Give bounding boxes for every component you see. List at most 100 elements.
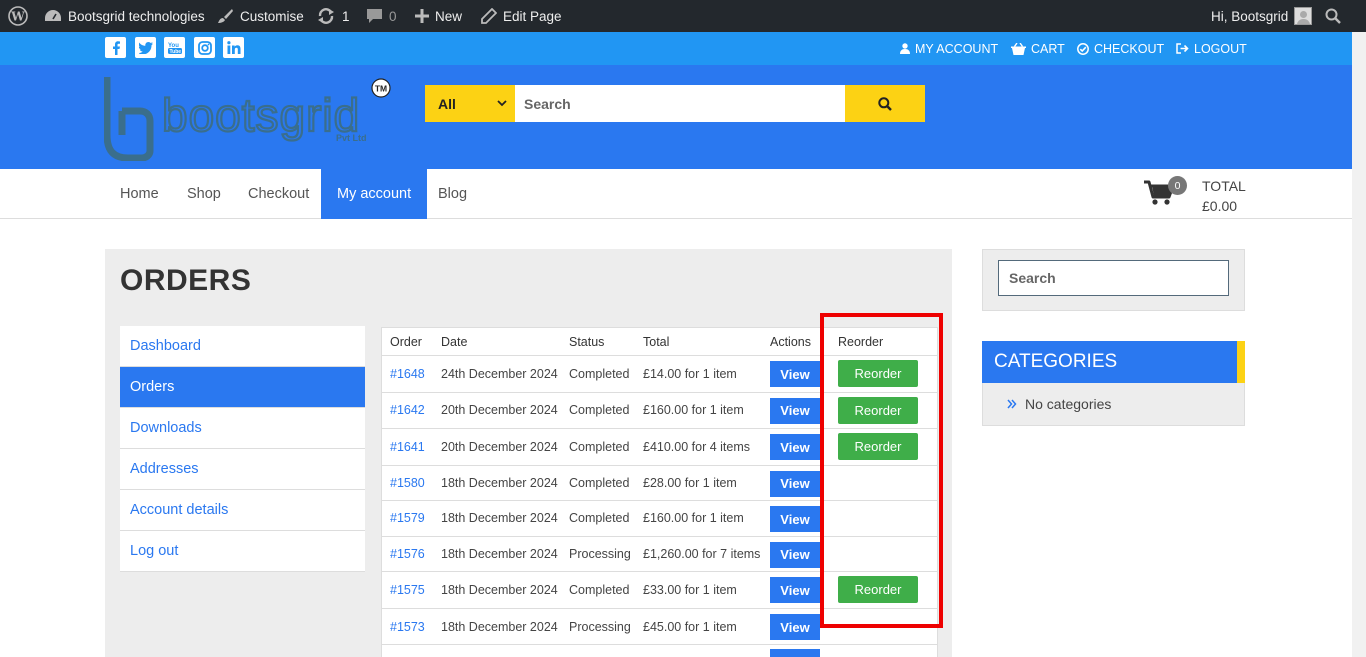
avatar [1294, 7, 1313, 25]
order-status: Processing [569, 546, 631, 561]
search-button[interactable] [845, 85, 925, 122]
instagram-icon[interactable] [194, 37, 215, 58]
order-date: 20th December 2024 [441, 403, 558, 418]
comments-count: 0 [389, 8, 397, 24]
search-category-select[interactable]: All [425, 85, 515, 122]
nav-blog[interactable]: Blog [422, 169, 483, 219]
facebook-icon[interactable] [105, 37, 126, 58]
edit-page-label: Edit Page [503, 8, 562, 24]
order-number-link[interactable]: #1576 [390, 537, 425, 572]
my-account-link[interactable]: MY ACCOUNT [900, 32, 998, 65]
order-total: £160.00 for 1 item [643, 403, 744, 418]
order-total: £28.00 for 1 item [643, 475, 737, 490]
order-number-link[interactable]: #1648 [390, 356, 425, 392]
order-status: Completed [569, 511, 630, 526]
svg-text:bootsgrid: bootsgrid [162, 89, 360, 141]
page-scrollbar[interactable] [1352, 32, 1366, 657]
view-button[interactable] [770, 649, 820, 657]
cart-count-badge: 0 [1168, 176, 1187, 195]
view-button[interactable]: View [770, 470, 820, 497]
admin-bar-new[interactable]: New [415, 0, 462, 32]
order-date: 24th December 2024 [441, 366, 558, 381]
order-date: 18th December 2024 [441, 583, 558, 597]
update-icon [318, 8, 334, 24]
order-number-link[interactable]: #1575 [390, 572, 425, 608]
search-input[interactable] [515, 85, 845, 122]
col-status: Status [569, 334, 605, 349]
order-number-link[interactable]: #1573 [390, 609, 425, 644]
cart-total-value: £0.00 [1202, 198, 1238, 214]
svg-text:TM: TM [375, 84, 387, 94]
new-label: New [435, 8, 463, 24]
view-button[interactable]: View [770, 361, 820, 387]
account-nav-addresses[interactable]: Addresses [120, 449, 365, 490]
order-number-link[interactable]: #1642 [390, 393, 425, 429]
order-date: 18th December 2024 [441, 511, 558, 526]
order-status: Processing [569, 619, 631, 634]
order-total: £14.00 for 1 item [643, 366, 737, 381]
view-button[interactable]: View [770, 506, 820, 532]
checkout-link[interactable]: CHECKOUT [1077, 32, 1164, 65]
dashboard-icon [45, 10, 61, 21]
product-search: All [425, 85, 925, 122]
linkedin-icon[interactable] [223, 37, 244, 58]
nav-home[interactable]: Home [104, 169, 175, 219]
admin-bar: W Bootsgrid technologies Customise 1 0 N… [0, 0, 1366, 32]
view-button[interactable]: View [770, 577, 820, 603]
admin-bar-account[interactable]: Hi, Bootsgrid [1211, 0, 1313, 32]
order-number-link[interactable]: #1641 [390, 429, 425, 465]
cart-link[interactable]: CART [1011, 32, 1065, 65]
order-date: 18th December 2024 [441, 619, 558, 634]
check-circle-icon [1077, 42, 1089, 55]
nav-my-account[interactable]: My account [321, 169, 428, 219]
site-name: Bootsgrid technologies [68, 8, 205, 24]
admin-bar-site[interactable]: Bootsgrid technologies [44, 0, 205, 32]
col-date: Date [441, 334, 468, 349]
view-button[interactable]: View [770, 397, 820, 424]
site-logo[interactable]: bootsgrid Pvt Ltd TM [103, 75, 394, 162]
admin-bar-edit-page[interactable]: Edit Page [481, 0, 562, 32]
view-button[interactable]: View [770, 434, 820, 460]
nav-checkout[interactable]: Checkout [232, 169, 325, 219]
greeting: Hi, Bootsgrid [1211, 8, 1289, 24]
order-total: £1,260.00 for 7 items [643, 546, 761, 561]
site-header: bootsgrid Pvt Ltd TM All [0, 65, 1366, 169]
nav-shop[interactable]: Shop [171, 169, 237, 219]
admin-bar-updates[interactable]: 1 [316, 0, 350, 32]
pencil-icon [481, 8, 497, 24]
table-row [382, 645, 937, 657]
comment-icon [367, 9, 382, 23]
col-total: Total [643, 334, 670, 349]
cart-total[interactable]: TOTAL £0.00 [1202, 176, 1246, 216]
order-status: Completed [569, 439, 630, 454]
order-number-link[interactable]: #1579 [390, 501, 425, 536]
twitter-icon[interactable] [135, 37, 156, 58]
account-nav-downloads[interactable]: Downloads [120, 408, 365, 449]
view-button[interactable]: View [770, 614, 820, 640]
admin-bar-customise[interactable]: Customise [216, 0, 304, 32]
main-nav: Home Shop Checkout My account Blog [0, 169, 1366, 219]
account-nav-dashboard[interactable]: Dashboard [120, 326, 365, 367]
account-nav-orders[interactable]: Orders [120, 367, 365, 408]
admin-search-icon[interactable] [1325, 0, 1341, 32]
admin-bar-comments[interactable]: 0 [366, 0, 397, 32]
order-date: 18th December 2024 [441, 546, 558, 561]
view-button[interactable]: View [770, 541, 820, 568]
order-number-link[interactable]: #1580 [390, 466, 425, 501]
account-nav-log-out[interactable]: Log out [120, 531, 365, 572]
cart-total-label: TOTAL [1202, 178, 1246, 194]
svg-text:Pvt Ltd: Pvt Ltd [336, 133, 367, 143]
wordpress-logo-icon[interactable]: W [8, 0, 28, 32]
reorder-column-highlight [820, 313, 943, 628]
logout-link[interactable]: LOGOUT [1176, 32, 1247, 65]
order-status: Completed [569, 403, 630, 418]
chevron-down-icon [497, 96, 507, 110]
sign-out-icon [1176, 43, 1189, 54]
account-navigation: Dashboard Orders Downloads Addresses Acc… [120, 326, 365, 572]
top-strip: You Tube MY ACCOUNT CART CHECKOUT LOGOUT [0, 32, 1366, 65]
youtube-icon[interactable]: You Tube [164, 37, 185, 58]
order-status: Completed [569, 583, 630, 597]
account-nav-account-details[interactable]: Account details [120, 490, 365, 531]
order-total: £45.00 for 1 item [643, 619, 737, 634]
sidebar-search-input[interactable] [998, 260, 1229, 296]
